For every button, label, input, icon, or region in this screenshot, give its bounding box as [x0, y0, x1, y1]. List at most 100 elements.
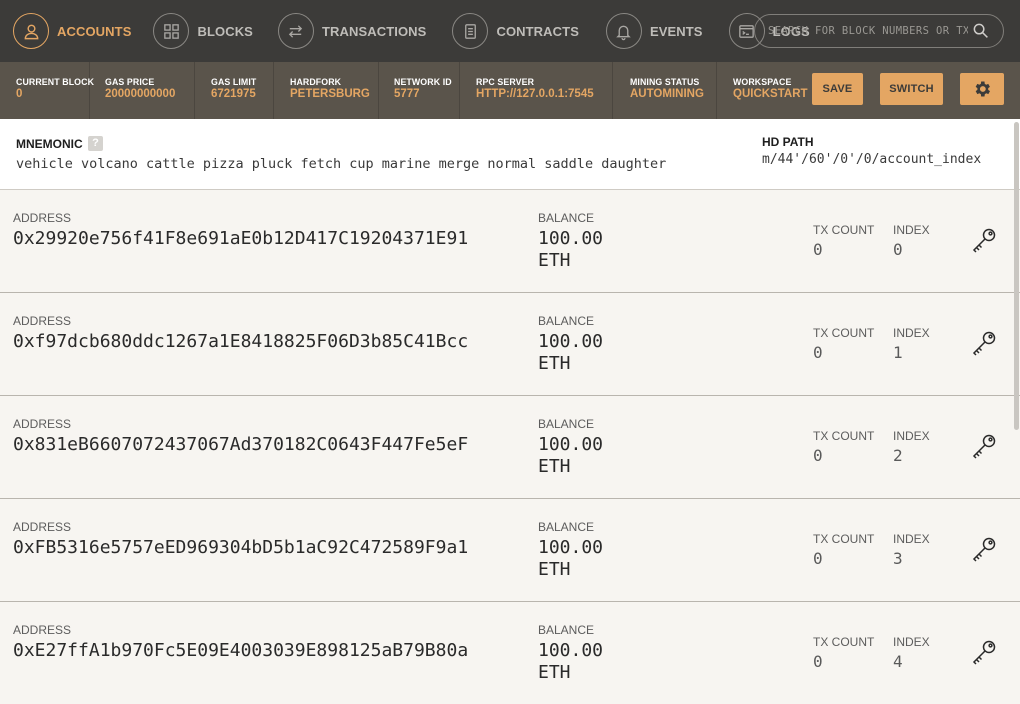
account-tx-count: 0	[813, 343, 823, 362]
stat-label: Mining Status	[630, 77, 700, 87]
address-label: Address	[13, 211, 72, 225]
key-icon[interactable]	[970, 535, 998, 563]
nav-events[interactable]: Events	[605, 0, 703, 62]
search-input[interactable]	[768, 25, 968, 37]
account-address: 0xE27ffA1b970Fc5E09E4003039E898125aB79B8…	[13, 640, 469, 661]
tx-count-label: TX Count	[813, 635, 875, 649]
key-icon[interactable]	[970, 432, 998, 460]
stat-current-block: Current Block 0	[0, 62, 95, 119]
stat-value: 6721975	[211, 88, 256, 100]
stat-label: Workspace	[733, 77, 792, 87]
search-box[interactable]	[754, 14, 1004, 48]
gear-icon	[975, 81, 990, 97]
stat-label: Network ID	[394, 77, 452, 87]
account-tx-count: 0	[813, 549, 823, 568]
balance-label: Balance	[538, 417, 595, 431]
hd-path-value: m/44'/60'/0'/0/account_index	[762, 152, 982, 167]
index-label: Index	[893, 223, 930, 237]
settings-button[interactable]	[960, 73, 1004, 105]
account-balance: 100.00 ETH	[538, 640, 604, 683]
tx-count-label: TX Count	[813, 429, 875, 443]
account-address: 0xf97dcb680ddc1267a1E8418825F06D3b85C41B…	[13, 331, 469, 352]
key-icon[interactable]	[970, 638, 998, 666]
stat-value: Automining	[630, 88, 704, 100]
account-row: Address 0xf97dcb680ddc1267a1E8418825F06D…	[0, 293, 1020, 396]
account-balance: 100.00 ETH	[538, 434, 604, 477]
stat-network-id: Network ID 5777	[379, 62, 460, 119]
grid-icon	[153, 13, 190, 49]
stat-label: RPC Server	[476, 77, 535, 87]
account-tx-count: 0	[813, 652, 823, 671]
stat-hardfork: Hardfork Petersburg	[274, 62, 379, 119]
stat-label: Current Block	[16, 77, 95, 87]
account-row: Address 0xE27ffA1b970Fc5E09E4003039E8981…	[0, 602, 1020, 704]
address-label: Address	[13, 520, 72, 534]
tx-count-label: TX Count	[813, 532, 875, 546]
bell-icon	[605, 13, 642, 49]
hd-path-label: HD Path	[762, 135, 814, 149]
status-bar: Current Block 0 Gas Price 20000000000 Ga…	[0, 62, 1020, 119]
tx-count-label: TX Count	[813, 326, 875, 340]
save-button[interactable]: Save	[812, 73, 863, 105]
stat-gas-limit: Gas Limit 6721975	[195, 62, 274, 119]
stat-value: 20000000000	[105, 88, 176, 100]
nav-accounts-label: Accounts	[57, 23, 132, 39]
account-row: Address 0x831eB6607072437067Ad370182C064…	[0, 396, 1020, 499]
nav-events-label: Events	[649, 23, 703, 39]
stat-value: Quickstart	[733, 88, 808, 100]
nav-transactions-label: Transactions	[321, 23, 427, 39]
account-index: 4	[893, 652, 903, 671]
balance-label: Balance	[538, 211, 595, 225]
stat-value: Petersburg	[290, 88, 370, 100]
address-label: Address	[13, 623, 72, 637]
stat-mining-status: Mining Status Automining	[613, 62, 717, 119]
stat-rpc-server: RPC Server HTTP://127.0.0.1:7545	[460, 62, 613, 119]
nav-contracts[interactable]: Contracts	[452, 0, 579, 62]
balance-label: Balance	[538, 314, 595, 328]
tx-count-label: TX Count	[813, 223, 875, 237]
scrollbar[interactable]	[1014, 122, 1019, 430]
address-label: Address	[13, 417, 72, 431]
account-balance: 100.00 ETH	[538, 228, 604, 271]
balance-label: Balance	[538, 520, 595, 534]
nav-contracts-label: Contracts	[496, 23, 579, 39]
stat-label: Gas Limit	[211, 77, 257, 87]
balance-label: Balance	[538, 623, 595, 637]
stat-label: Gas Price	[105, 77, 155, 87]
nav-blocks[interactable]: Blocks	[153, 0, 253, 62]
stat-workspace: Workspace Quickstart	[717, 62, 812, 119]
account-tx-count: 0	[813, 240, 823, 259]
nav-accounts[interactable]: Accounts	[13, 0, 131, 62]
key-icon[interactable]	[970, 226, 998, 254]
account-balance: 100.00 ETH	[538, 537, 604, 580]
address-label: Address	[13, 314, 72, 328]
index-label: Index	[893, 532, 930, 546]
mnemonic-label: Mnemonic	[16, 137, 83, 151]
account-index: 1	[893, 343, 903, 362]
swap-icon	[277, 13, 314, 49]
account-row: Address 0xFB5316e5757eED969304bD5b1aC92C…	[0, 499, 1020, 602]
key-icon[interactable]	[970, 329, 998, 357]
switch-button[interactable]: Switch	[880, 73, 943, 105]
document-icon	[452, 13, 489, 49]
mnemonic-words: vehicle volcano cattle pizza pluck fetch…	[16, 156, 667, 172]
search-icon[interactable]	[972, 22, 989, 39]
nav-blocks-label: Blocks	[197, 23, 253, 39]
stat-value: 5777	[394, 88, 420, 100]
account-index: 3	[893, 549, 903, 568]
index-label: Index	[893, 635, 930, 649]
user-icon	[13, 13, 49, 49]
help-icon[interactable]: ?	[88, 136, 103, 151]
stat-value: 0	[16, 88, 23, 100]
account-index: 2	[893, 446, 903, 465]
account-address: 0xFB5316e5757eED969304bD5b1aC92C472589F9…	[13, 537, 469, 558]
mnemonic-panel: Mnemonic ? vehicle volcano cattle pizza …	[0, 119, 1020, 190]
index-label: Index	[893, 429, 930, 443]
nav-transactions[interactable]: Transactions	[277, 0, 427, 62]
account-address: 0x831eB6607072437067Ad370182C0643F447Fe5…	[13, 434, 469, 455]
accounts-list: Address 0x29920e756f41F8e691aE0b12D417C1…	[0, 190, 1020, 704]
account-index: 0	[893, 240, 903, 259]
account-tx-count: 0	[813, 446, 823, 465]
stat-gas-price: Gas Price 20000000000	[90, 62, 195, 119]
account-balance: 100.00 ETH	[538, 331, 604, 374]
